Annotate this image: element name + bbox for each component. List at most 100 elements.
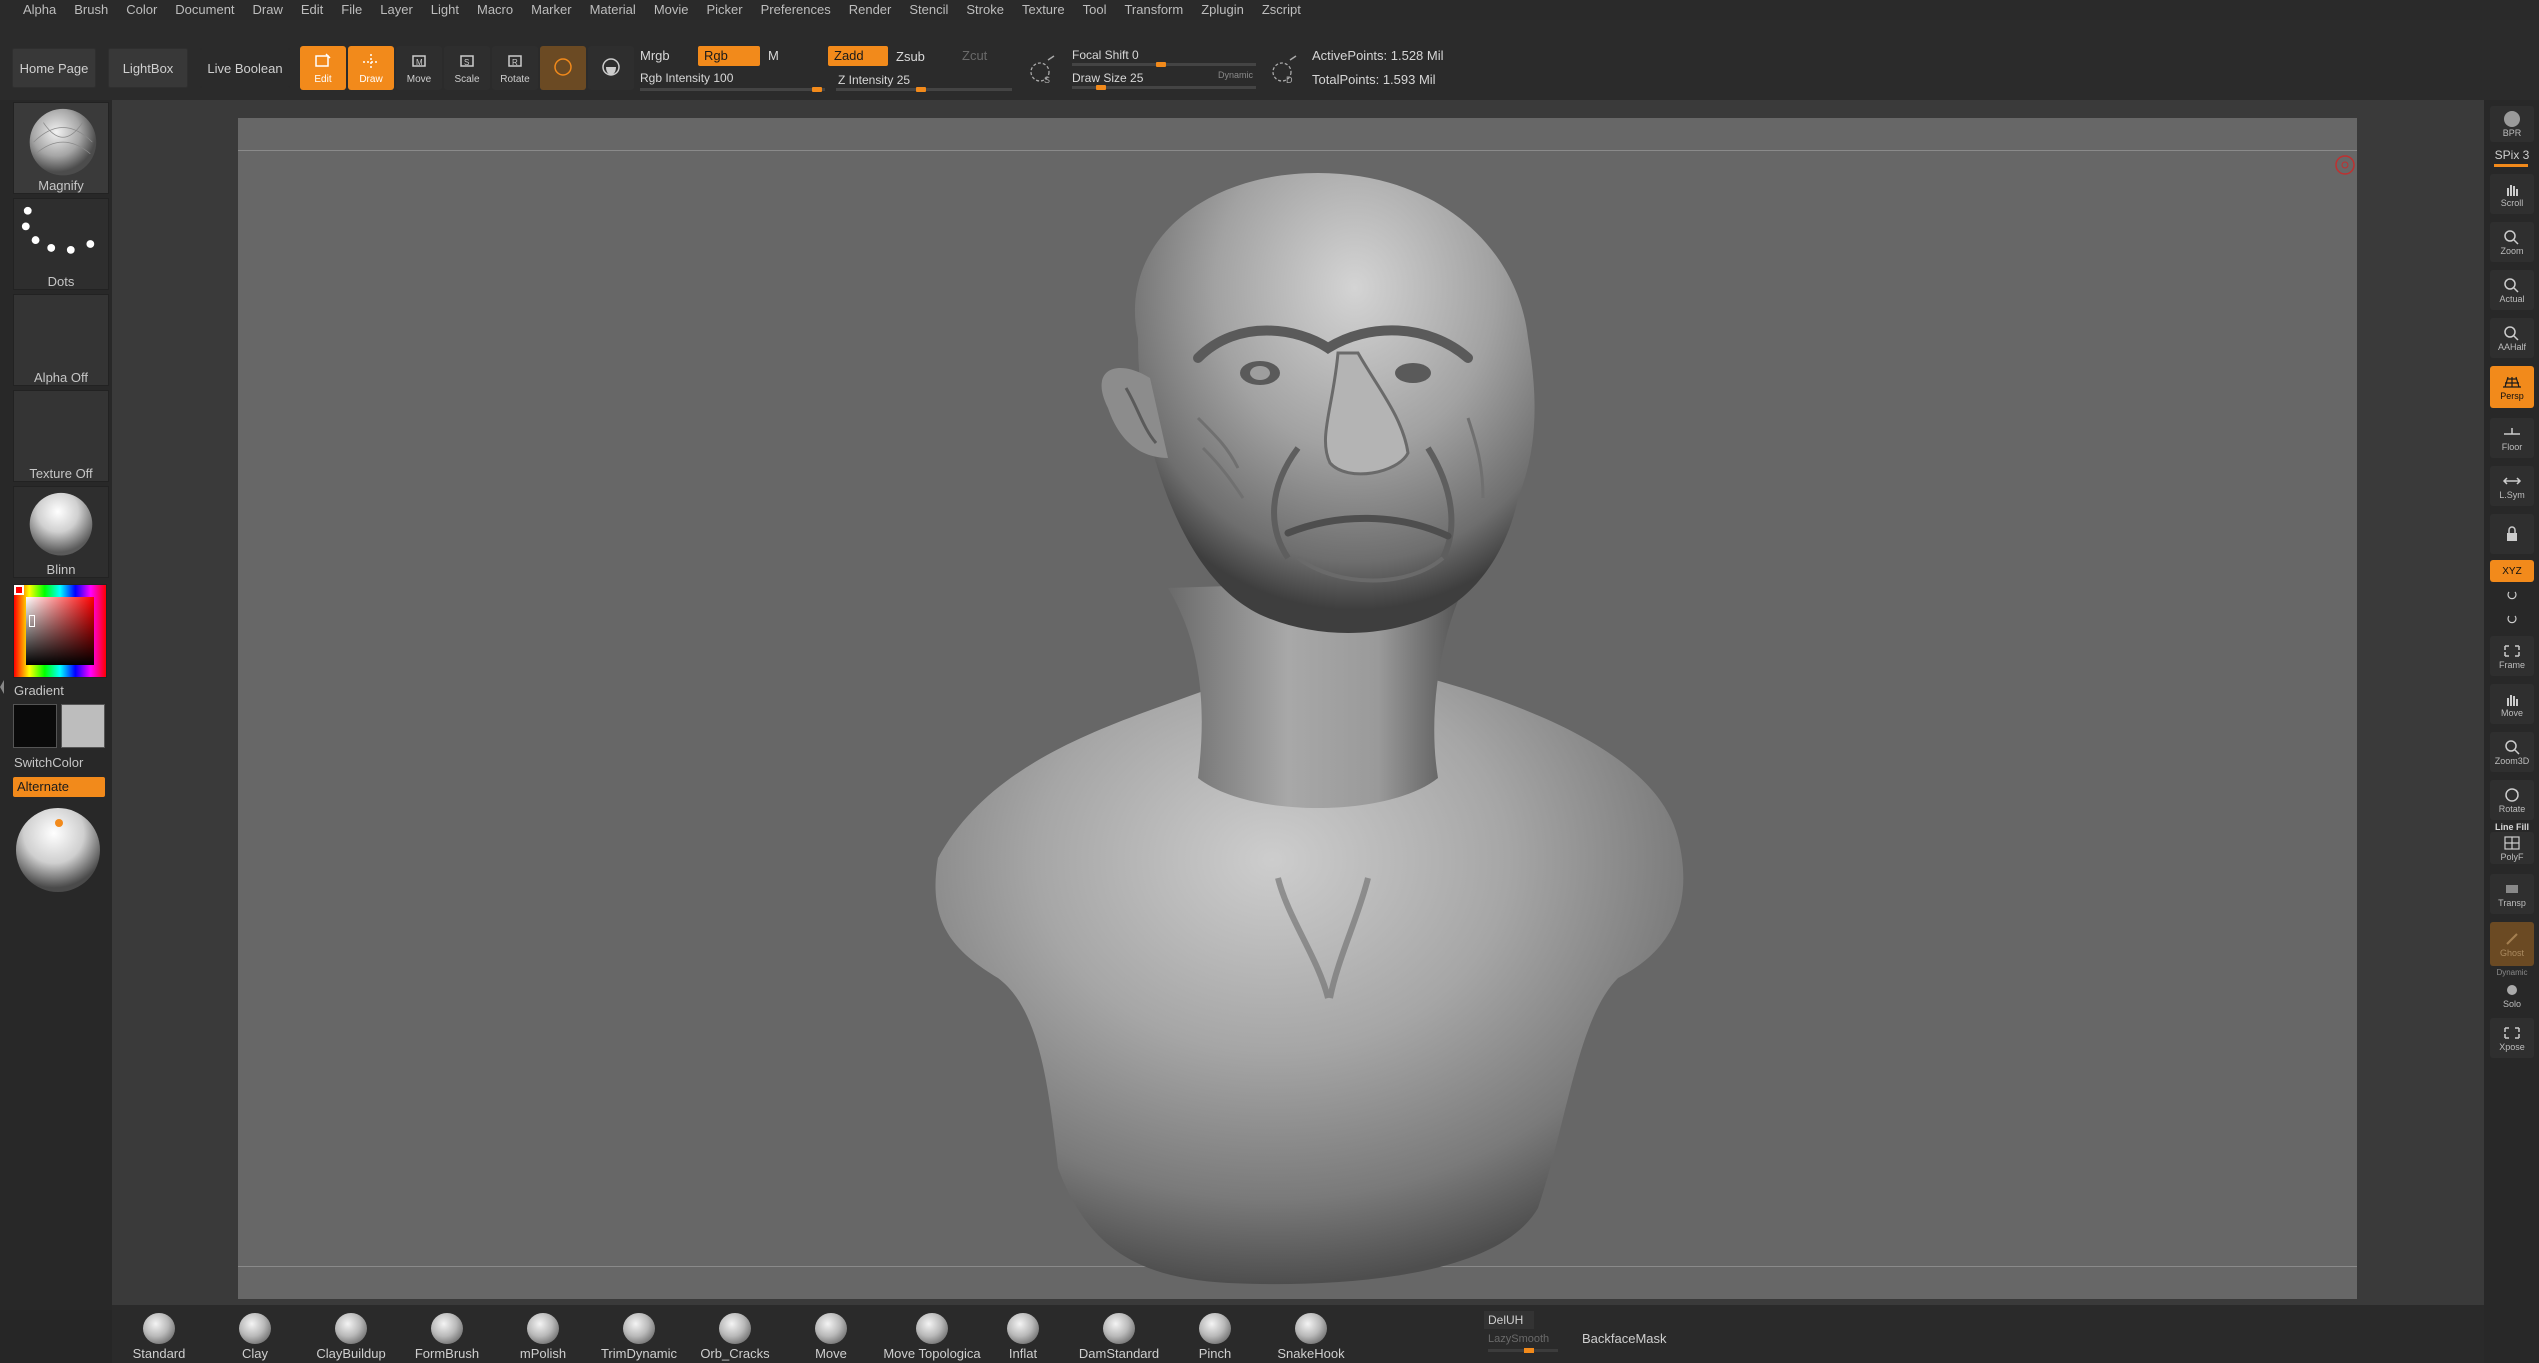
brush-trimdynamic[interactable]: TrimDynamic — [594, 1313, 684, 1361]
zsub-toggle[interactable]: Zsub — [890, 47, 950, 67]
brush-damstandard[interactable]: DamStandard — [1074, 1313, 1164, 1361]
menu-stencil[interactable]: Stencil — [900, 0, 957, 20]
menu-alpha[interactable]: Alpha — [14, 0, 65, 20]
transp-button[interactable]: Transp — [2490, 874, 2534, 914]
gradient-label[interactable]: Gradient — [14, 683, 64, 698]
bpr-button[interactable]: BPR — [2490, 106, 2534, 142]
brush-move[interactable]: Move — [786, 1313, 876, 1361]
menu-render[interactable]: Render — [840, 0, 901, 20]
rotate-view-button[interactable]: Rotate — [2490, 780, 2534, 820]
menu-layer[interactable]: Layer — [371, 0, 422, 20]
menu-draw[interactable]: Draw — [244, 0, 292, 20]
menu-preferences[interactable]: Preferences — [752, 0, 840, 20]
main-color-swatch[interactable] — [13, 704, 57, 748]
edit-button[interactable]: Edit — [300, 46, 346, 90]
ghost-button[interactable]: Ghost — [2490, 922, 2534, 966]
menu-tool[interactable]: Tool — [1074, 0, 1116, 20]
brush-inflat[interactable]: Inflat — [978, 1313, 1068, 1361]
switch-color-button[interactable]: SwitchColor — [14, 755, 83, 770]
move-button[interactable]: M Move — [396, 46, 442, 90]
menu-texture[interactable]: Texture — [1013, 0, 1074, 20]
zoom3d-button[interactable]: Zoom3D — [2490, 732, 2534, 772]
brush-formbrush[interactable]: FormBrush — [402, 1313, 492, 1361]
lazy-smooth-knob[interactable] — [1524, 1348, 1534, 1353]
menu-stroke[interactable]: Stroke — [957, 0, 1013, 20]
brush-mpolish[interactable]: mPolish — [498, 1313, 588, 1361]
scroll-button[interactable]: Scroll — [2490, 174, 2534, 214]
brush-standard[interactable]: Standard — [114, 1313, 204, 1361]
focal-shift-knob[interactable] — [1156, 62, 1166, 67]
color-marker[interactable] — [29, 615, 35, 627]
menu-material[interactable]: Material — [581, 0, 645, 20]
brush-move-topological[interactable]: Move Topologica — [882, 1313, 982, 1361]
rotate-y-button[interactable] — [2490, 584, 2534, 606]
home-page-button[interactable]: Home Page — [12, 48, 96, 88]
polyf-button[interactable]: PolyF — [2490, 832, 2534, 864]
z-intensity-knob[interactable] — [916, 87, 926, 92]
brush-snakehook[interactable]: SnakeHook — [1266, 1313, 1356, 1361]
deluh-button[interactable]: DelUH — [1484, 1311, 1534, 1329]
menu-zscript[interactable]: Zscript — [1253, 0, 1310, 20]
floor-button[interactable]: Floor — [2490, 418, 2534, 458]
sphere-icon-button[interactable] — [588, 46, 634, 90]
m-toggle[interactable]: M — [762, 46, 802, 66]
lazy-smooth-track[interactable] — [1488, 1349, 1558, 1352]
persp-button[interactable]: Persp — [2490, 366, 2534, 408]
spix-track[interactable] — [2494, 164, 2528, 167]
color-picker-square[interactable] — [26, 597, 94, 665]
aahalf-button[interactable]: AAHalf — [2490, 318, 2534, 358]
rotate-z-button[interactable] — [2490, 608, 2534, 630]
lsym-button[interactable]: L.Sym — [2490, 466, 2534, 506]
color-picker-hue[interactable] — [13, 584, 107, 678]
menu-zplugin[interactable]: Zplugin — [1192, 0, 1253, 20]
zadd-toggle[interactable]: Zadd — [828, 46, 888, 66]
frame-button[interactable]: Frame — [2490, 636, 2534, 676]
backface-mask-button[interactable]: BackfaceMask — [1582, 1331, 1667, 1346]
brush-clay[interactable]: Clay — [210, 1313, 300, 1361]
xyz-button[interactable]: XYZ — [2490, 560, 2534, 582]
brush-claybuildup[interactable]: ClayBuildup — [306, 1313, 396, 1361]
menu-picker[interactable]: Picker — [698, 0, 752, 20]
menu-macro[interactable]: Macro — [468, 0, 522, 20]
menu-light[interactable]: Light — [422, 0, 468, 20]
left-edge-arrow-icon[interactable] — [0, 680, 4, 694]
move-view-button[interactable]: Move — [2490, 684, 2534, 724]
live-boolean-button[interactable]: Live Boolean — [200, 48, 290, 88]
menu-movie[interactable]: Movie — [645, 0, 698, 20]
hue-marker[interactable] — [14, 585, 24, 595]
draw-size-mode-icon[interactable]: D — [1266, 52, 1302, 88]
lightbox-button[interactable]: LightBox — [108, 48, 188, 88]
mrgb-toggle[interactable]: Mrgb — [634, 46, 690, 66]
menu-edit[interactable]: Edit — [292, 0, 332, 20]
navigation-sphere[interactable] — [14, 806, 102, 894]
zoom-button[interactable]: Zoom — [2490, 222, 2534, 262]
menu-document[interactable]: Document — [166, 0, 243, 20]
alternate-button[interactable]: Alternate — [13, 777, 105, 797]
zcut-toggle[interactable]: Zcut — [956, 46, 1006, 66]
draw-button[interactable]: Draw — [348, 46, 394, 90]
solo-button[interactable]: Solo — [2490, 978, 2534, 1012]
menu-brush[interactable]: Brush — [65, 0, 117, 20]
menu-color[interactable]: Color — [117, 0, 166, 20]
secondary-color-swatch[interactable] — [61, 704, 105, 748]
document-canvas[interactable] — [238, 118, 2357, 1299]
focal-shift-mode-icon[interactable]: S — [1024, 52, 1060, 88]
menu-marker[interactable]: Marker — [522, 0, 580, 20]
rgb-intensity-knob[interactable] — [812, 87, 822, 92]
spix-slider[interactable]: SPix 3 — [2488, 148, 2536, 162]
dynamic-toggle[interactable]: Dynamic — [1218, 70, 1253, 80]
lock-button[interactable] — [2490, 514, 2534, 554]
scale-button[interactable]: S Scale — [444, 46, 490, 90]
brush-pinch[interactable]: Pinch — [1170, 1313, 1260, 1361]
rgb-intensity-slider[interactable]: Rgb Intensity 100 — [634, 68, 824, 88]
draw-size-knob[interactable] — [1096, 85, 1106, 90]
rotate-button[interactable]: R Rotate — [492, 46, 538, 90]
material-swatch-button[interactable] — [540, 46, 586, 90]
rgb-intensity-track[interactable] — [640, 88, 825, 91]
lazy-smooth-slider[interactable]: LazySmooth — [1488, 1333, 1549, 1345]
menu-transform[interactable]: Transform — [1115, 0, 1192, 20]
brush-orb-cracks[interactable]: Orb_Cracks — [690, 1313, 780, 1361]
actual-button[interactable]: Actual — [2490, 270, 2534, 310]
rgb-toggle[interactable]: Rgb — [698, 46, 760, 66]
xpose-button[interactable]: Xpose — [2490, 1018, 2534, 1058]
